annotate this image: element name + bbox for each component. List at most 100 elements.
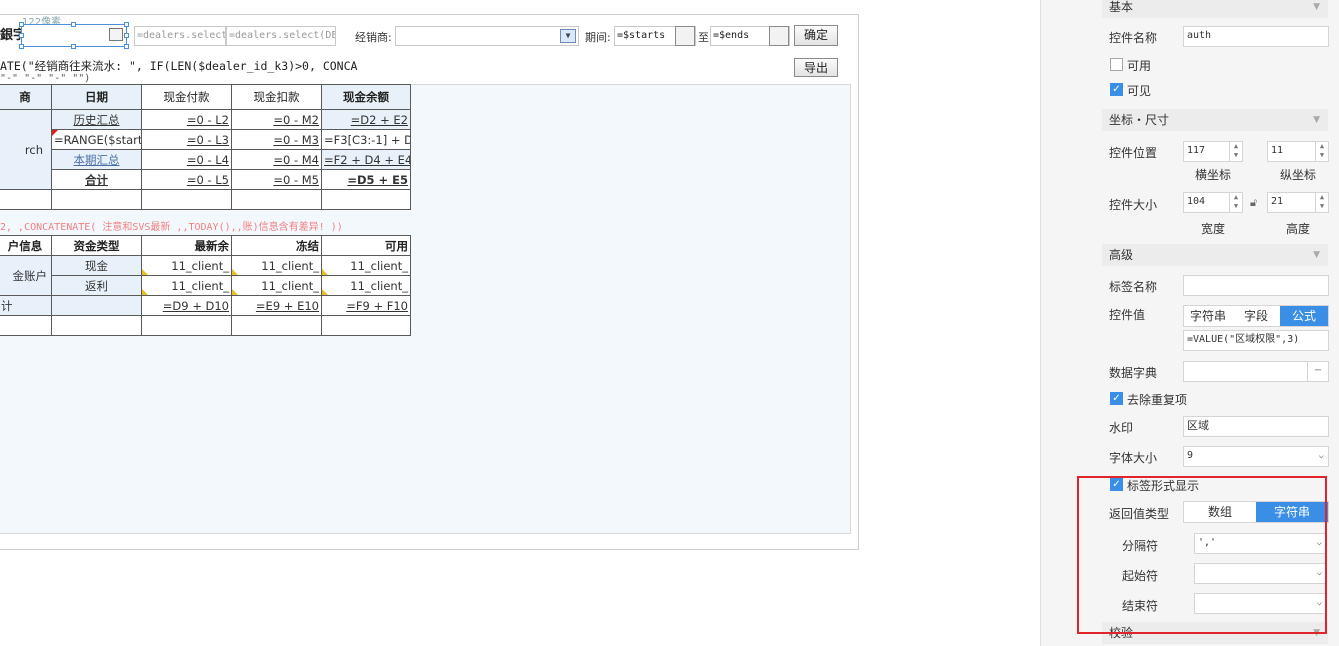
- header-cell[interactable]: 日期: [51, 84, 142, 110]
- visible-checkbox[interactable]: ✓: [1110, 83, 1123, 96]
- table-cell[interactable]: [51, 295, 142, 316]
- value-type-string[interactable]: 字符串: [1184, 306, 1232, 326]
- value-type-field[interactable]: 字段: [1232, 306, 1280, 326]
- table-cell[interactable]: =0 - M2: [273, 113, 319, 127]
- section-basic[interactable]: 基本 ▼: [1102, 0, 1328, 18]
- table-cell[interactable]: =0 - L2: [187, 113, 229, 127]
- cell-marker: [232, 269, 238, 275]
- tag-name-input[interactable]: [1183, 275, 1329, 296]
- dealer-select-input-1[interactable]: =dealers.select: [134, 26, 226, 46]
- table-cell[interactable]: =0 - M3: [273, 133, 319, 147]
- section-coords[interactable]: 坐标・尺寸 ▼: [1102, 109, 1328, 131]
- spinner-icon[interactable]: ▲ ▼: [1229, 193, 1242, 212]
- header-cell[interactable]: 商: [0, 84, 52, 110]
- selected-control[interactable]: [19, 22, 129, 49]
- visible-label: 可见: [1127, 84, 1152, 98]
- section-validation[interactable]: 校验 ▼: [1102, 622, 1328, 644]
- table-cell[interactable]: 11_client_: [350, 259, 408, 273]
- font-size-label: 字体大小: [1109, 451, 1158, 465]
- table-cell[interactable]: 本期汇总: [74, 153, 120, 167]
- table-cell[interactable]: =D5 + E5: [347, 173, 408, 187]
- header-cell[interactable]: 资金类型: [51, 235, 142, 256]
- more-icon[interactable]: ⋯: [1307, 362, 1328, 381]
- y-input[interactable]: 11 ▲ ▼: [1267, 141, 1329, 162]
- table-cell[interactable]: 11_client_: [171, 279, 229, 293]
- table-cell[interactable]: [51, 189, 142, 210]
- table-cell[interactable]: =0 - L4: [187, 153, 229, 167]
- table-cell[interactable]: =RANGE($starts,$ends,1): [54, 133, 141, 147]
- watermark-input[interactable]: 区域: [1183, 416, 1329, 437]
- separator-select[interactable]: ',' ⌵: [1194, 533, 1327, 554]
- dropdown-arrow-icon[interactable]: ▼: [560, 29, 576, 43]
- font-size-select[interactable]: 9 ⌵: [1183, 446, 1329, 467]
- table-cell[interactable]: =D2 + E2: [351, 113, 408, 127]
- table-cell[interactable]: =F2 + D4 + E4: [324, 153, 410, 167]
- return-type-array[interactable]: 数组: [1184, 502, 1256, 522]
- cell-marker: [322, 289, 328, 295]
- value-type-formula[interactable]: 公式: [1280, 306, 1328, 326]
- note-formula[interactable]: 2, ,CONCATENATE( 注意和SVS最新 ,,TODAY(),,账)信…: [0, 218, 410, 233]
- tag-display-checkbox[interactable]: ✓: [1110, 478, 1123, 491]
- header-cell[interactable]: 冻结: [231, 235, 322, 256]
- table-cell[interactable]: [321, 189, 411, 210]
- calendar-icon[interactable]: [109, 28, 123, 41]
- table-cell[interactable]: 现金: [51, 255, 142, 276]
- table-cell[interactable]: =0 - L5: [187, 173, 229, 187]
- table-cell[interactable]: [51, 315, 142, 336]
- table-cell[interactable]: 11_client_: [261, 279, 319, 293]
- spinner-icon[interactable]: ▲ ▼: [1229, 142, 1242, 161]
- dict-input[interactable]: ⋯: [1183, 361, 1329, 382]
- table-cell[interactable]: =0 - M5: [273, 173, 319, 187]
- table-cell[interactable]: [231, 315, 322, 336]
- table-cell[interactable]: 金账户: [0, 255, 52, 296]
- dedupe-checkbox[interactable]: ✓: [1110, 392, 1123, 405]
- table-cell[interactable]: 11_client_: [261, 259, 319, 273]
- end-char-select[interactable]: ⌵: [1194, 593, 1327, 614]
- table-cell[interactable]: 11_client_: [350, 279, 408, 293]
- table-cell[interactable]: [141, 189, 232, 210]
- table-cell[interactable]: =E9 + E10: [256, 299, 319, 313]
- end-calendar-icon[interactable]: [769, 26, 789, 46]
- table-cell[interactable]: [0, 189, 52, 210]
- table-cell[interactable]: 11_client_: [171, 259, 229, 273]
- start-date-value: =$starts: [617, 30, 666, 41]
- table-cell[interactable]: 合计: [85, 173, 108, 187]
- header-cell[interactable]: 现金扣款: [231, 84, 322, 110]
- table-cell[interactable]: 计: [0, 295, 52, 316]
- table-cell[interactable]: [141, 315, 232, 336]
- table-cell[interactable]: =D9 + D10: [163, 299, 229, 313]
- table-cell[interactable]: =F9 + F10: [346, 299, 408, 313]
- table-cell[interactable]: rch: [0, 109, 52, 190]
- x-input[interactable]: 117 ▲ ▼: [1183, 141, 1243, 162]
- table-cell[interactable]: [231, 189, 322, 210]
- confirm-button[interactable]: 确定: [794, 25, 838, 46]
- return-type-string[interactable]: 字符串: [1256, 502, 1328, 522]
- header-cell[interactable]: 现金余额: [321, 84, 411, 110]
- lock-icon[interactable]: 🔓︎: [1250, 196, 1257, 210]
- table-cell[interactable]: [0, 315, 52, 336]
- table-cell[interactable]: [321, 315, 411, 336]
- control-name-input[interactable]: auth: [1183, 26, 1329, 47]
- header-cell[interactable]: 户信息: [0, 235, 52, 256]
- header-cell[interactable]: 最新余: [141, 235, 232, 256]
- table-cell[interactable]: 返利: [51, 275, 142, 296]
- table-cell[interactable]: 历史汇总: [74, 113, 120, 127]
- width-input[interactable]: 104 ▲ ▼: [1183, 192, 1243, 213]
- dealer-combobox[interactable]: ▼: [395, 26, 579, 46]
- dealer-select-input-2[interactable]: =dealers.select(DE: [226, 26, 336, 46]
- header-cell[interactable]: 可用: [321, 235, 411, 256]
- start-char-select[interactable]: ⌵: [1194, 563, 1327, 584]
- header-cell[interactable]: 现金付款: [141, 84, 232, 110]
- spinner-icon[interactable]: ▲ ▼: [1315, 142, 1328, 161]
- table-cell[interactable]: =0 - M4: [273, 153, 319, 167]
- control-value-formula-input[interactable]: =VALUE("区域权限",3): [1183, 330, 1329, 351]
- section-advanced[interactable]: 高级 ▼: [1102, 244, 1328, 266]
- table-cell[interactable]: =F3[C3:-1] + D3 + E3 + IF(9: [324, 133, 410, 147]
- table-cell[interactable]: =0 - L3: [187, 133, 229, 147]
- spinner-icon[interactable]: ▲ ▼: [1315, 193, 1328, 212]
- formula-cell[interactable]: ATE("经销商往来流水: ", IF(LEN($dealer_id_k3)>0…: [0, 55, 410, 83]
- enabled-checkbox[interactable]: [1110, 58, 1123, 71]
- export-button[interactable]: 导出: [794, 58, 838, 77]
- height-input[interactable]: 21 ▲ ▼: [1267, 192, 1329, 213]
- start-calendar-icon[interactable]: [675, 26, 695, 46]
